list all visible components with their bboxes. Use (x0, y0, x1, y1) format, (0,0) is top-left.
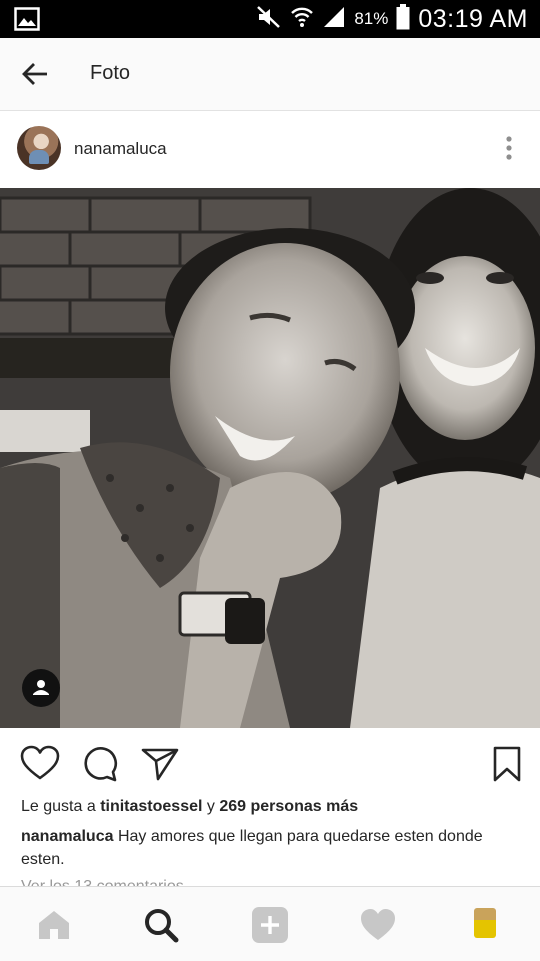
battery-icon (396, 3, 410, 35)
post-caption: nanamaluca Hay amores que llegan para qu… (21, 825, 521, 871)
post-actions (0, 728, 540, 798)
page-title: Foto (90, 62, 131, 84)
person-tag-icon[interactable] (22, 669, 60, 707)
app-bar: Foto (0, 38, 540, 111)
bottom-nav (0, 886, 540, 961)
likes-summary: Le gusta a tinitastoessel y 269 personas… (21, 798, 358, 816)
likes-user[interactable]: tinitastoessel (100, 798, 202, 815)
signal-icon (322, 5, 346, 34)
add-icon[interactable] (250, 905, 290, 945)
search-icon[interactable] (141, 905, 181, 945)
send-icon[interactable] (140, 744, 180, 784)
bookmark-icon[interactable] (490, 744, 530, 784)
caption-username[interactable]: nanamaluca (21, 828, 113, 845)
activity-heart-icon[interactable] (358, 905, 398, 945)
battery-percent: 81% (354, 9, 389, 28)
post-header: nanamaluca (0, 111, 540, 187)
back-arrow-icon[interactable] (18, 56, 54, 92)
mute-icon (256, 5, 282, 34)
heart-icon[interactable] (20, 744, 60, 784)
avatar[interactable] (17, 126, 61, 170)
comment-icon[interactable] (80, 744, 120, 784)
home-icon[interactable] (34, 905, 74, 945)
likes-prefix: Le gusta a (21, 798, 96, 815)
profile-avatar[interactable] (474, 908, 496, 938)
more-options-icon[interactable] (504, 135, 514, 163)
gallery-icon (14, 7, 40, 36)
status-time: 03:19 AM (418, 4, 528, 33)
post-username[interactable]: nanamaluca (74, 139, 167, 159)
likes-connector: y (206, 798, 215, 815)
post-photo[interactable] (0, 188, 540, 728)
wifi-icon (290, 5, 314, 34)
status-bar: 81% 03:19 AM (0, 0, 540, 38)
likes-count[interactable]: 269 personas más (219, 798, 358, 815)
